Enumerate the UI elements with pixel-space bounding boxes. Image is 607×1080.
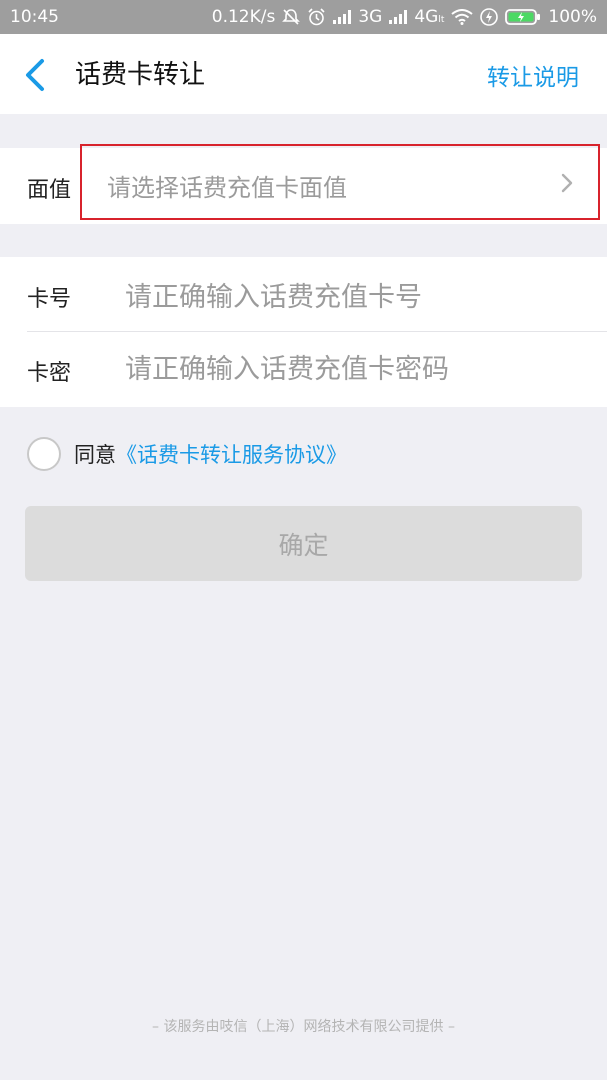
nav-bar: 话费卡转让 转让说明 (0, 34, 607, 114)
agreement-row: 同意 《话费卡转让服务协议》 (27, 437, 347, 471)
back-button[interactable] (20, 58, 50, 92)
network-type-4g: 4Glt (414, 7, 445, 27)
mute-alarm-icon (282, 8, 301, 26)
service-provider-footer: – 该服务由吱信（上海）网络技术有限公司提供 – (152, 1019, 455, 1035)
network-speed: 0.12K/s (211, 7, 276, 27)
card-number-row[interactable]: 卡号 请正确输入话费充值卡号 (0, 257, 607, 331)
status-time: 10:45 (10, 7, 59, 27)
chevron-right-icon (561, 173, 573, 193)
face-value-row[interactable]: 面值 请选择话费充值卡面值 (0, 144, 607, 224)
status-bar: 10:45 0.12K/s 3G 4Glt 100% (0, 0, 607, 34)
face-value-placeholder: 请选择话费充值卡面值 (107, 174, 347, 202)
wifi-icon (451, 9, 474, 25)
page-title: 话费卡转让 (75, 60, 206, 90)
card-number-label: 卡号 (27, 287, 72, 312)
agree-checkbox[interactable] (27, 437, 61, 471)
signal-icon-2 (389, 10, 408, 24)
face-value-label: 面值 (27, 178, 72, 203)
confirm-button[interactable]: 确定 (25, 506, 582, 581)
agree-label: 同意 (74, 443, 116, 467)
card-info-section: 卡号 请正确输入话费充值卡号 卡密 请正确输入话费充值卡密码 (0, 257, 607, 407)
power-saving-icon (480, 8, 499, 26)
transfer-instructions-link[interactable]: 转让说明 (487, 58, 579, 92)
agreement-link[interactable]: 《话费卡转让服务协议》 (116, 439, 347, 469)
face-value-section: 面值 请选择话费充值卡面值 (0, 144, 607, 224)
card-password-input[interactable]: 请正确输入话费充值卡密码 (125, 347, 449, 386)
chevron-left-icon (26, 59, 44, 91)
card-password-label: 卡密 (27, 361, 72, 386)
alarm-clock-icon (307, 7, 326, 27)
battery-percent: 100% (548, 7, 597, 27)
card-number-input[interactable]: 请正确输入话费充值卡号 (125, 275, 422, 314)
network-type-3g: 3G (358, 7, 383, 27)
battery-icon (505, 8, 541, 26)
card-password-row[interactable]: 卡密 请正确输入话费充值卡密码 (0, 331, 607, 407)
signal-icon (333, 10, 352, 24)
face-value-selector[interactable]: 请选择话费充值卡面值 (80, 144, 600, 220)
